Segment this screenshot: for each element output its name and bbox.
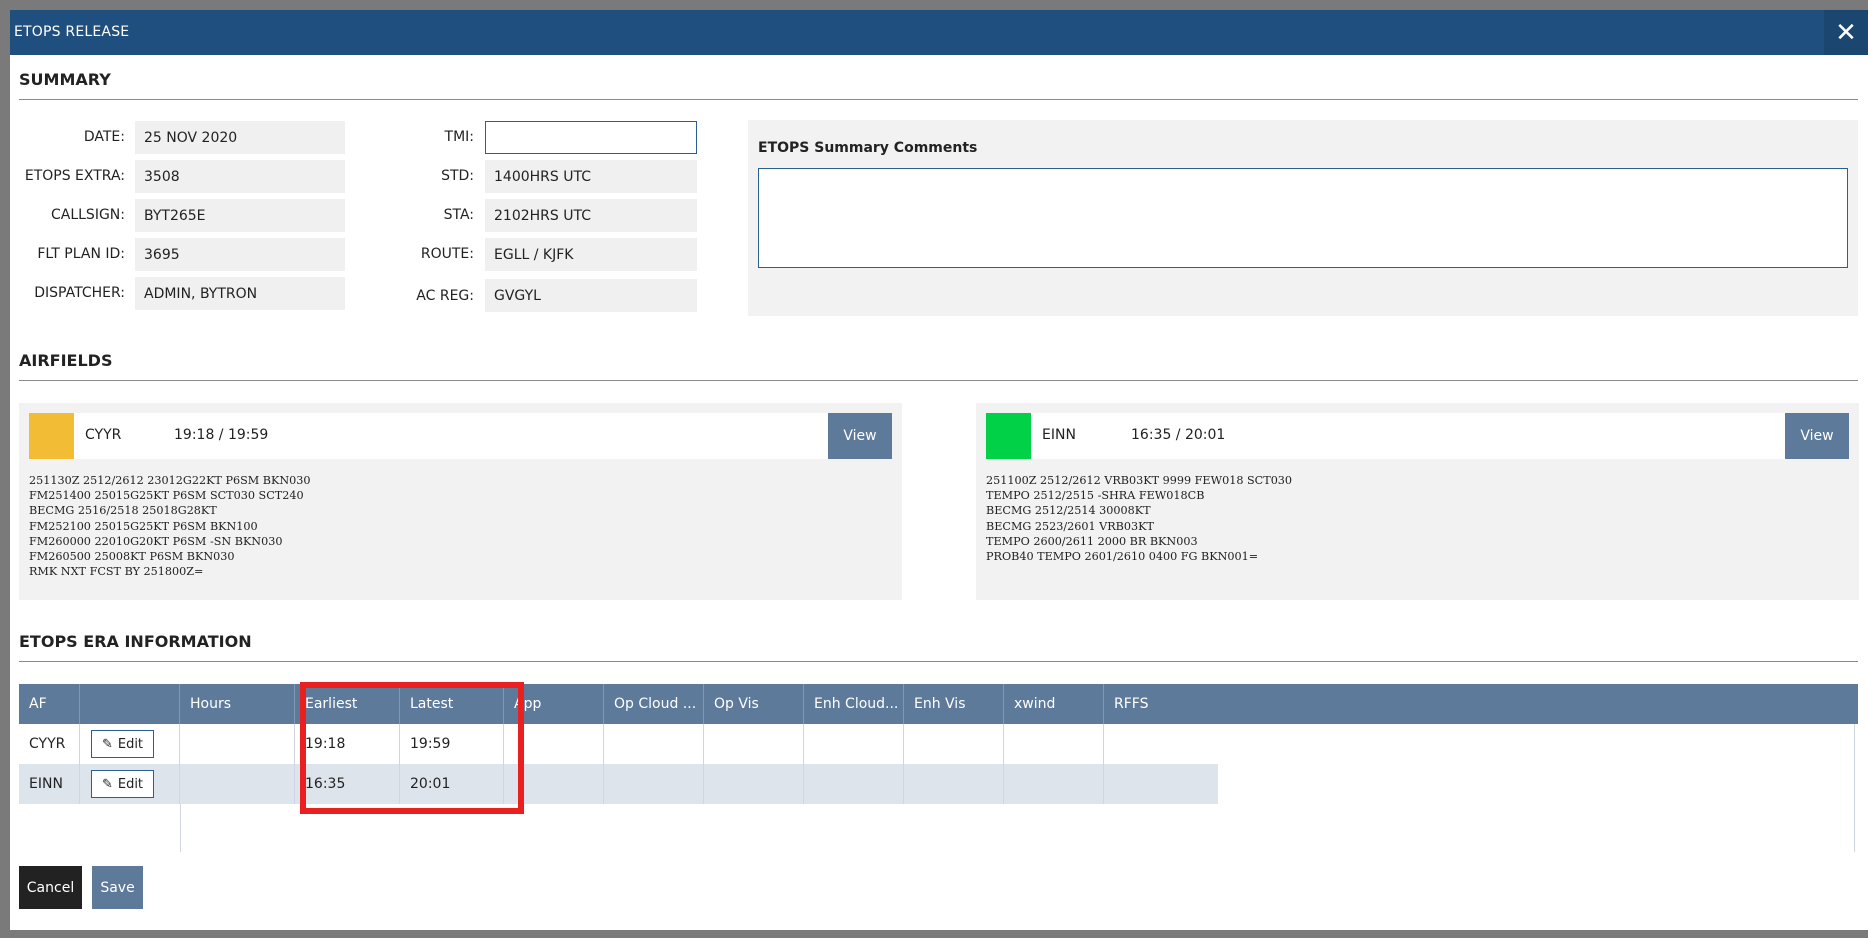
pencil-icon: ✎ [101, 736, 113, 752]
callsign-label: CALLSIGN: [50, 207, 125, 223]
std-value: 1400HRS UTC [485, 160, 697, 193]
cell-xwind [1004, 764, 1104, 804]
cell-app [504, 764, 604, 804]
sta-label: STA: [443, 207, 474, 223]
ac-reg-label: AC REG: [416, 288, 474, 304]
date-label: DATE: [83, 129, 125, 145]
table-row[interactable]: CYYR ✎ Edit 19:18 19:59 [19, 724, 1218, 764]
grid-column-divider [180, 804, 181, 852]
airfield-taf-text: 251130Z 2512/2612 23012G22KT P6SM BKN030… [29, 474, 311, 579]
edit-button-label: Edit [117, 776, 144, 792]
col-header-enh-vis[interactable]: Enh Vis [904, 684, 1004, 724]
cell-enh-vis [904, 764, 1004, 804]
airfield-times: 19:18 / 19:59 [174, 427, 269, 443]
col-header-enh-cloud[interactable]: Enh Cloud... [804, 684, 904, 724]
airfield-view-button[interactable]: View [1785, 413, 1849, 459]
cell-af: CYYR [19, 724, 80, 764]
etops-extra-value: 3508 [135, 160, 345, 193]
cell-enh-vis [904, 724, 1004, 764]
etops-summary-comments-input[interactable] [758, 168, 1848, 268]
era-divider [19, 661, 1858, 662]
dispatcher-label: DISPATCHER: [34, 285, 125, 301]
save-button[interactable]: Save [92, 866, 143, 909]
airfield-times: 16:35 / 20:01 [1131, 427, 1226, 443]
etops-extra-label: ETOPS EXTRA: [24, 168, 125, 184]
route-value: EGLL / KJFK [485, 238, 697, 271]
airfield-code: EINN [1042, 427, 1076, 443]
close-icon[interactable]: ✕ [1824, 10, 1868, 55]
ac-reg-value: GVGYL [485, 279, 697, 312]
edit-button[interactable]: ✎ Edit [91, 770, 154, 798]
col-header-rffs[interactable]: RFFS [1104, 684, 1858, 724]
airfields-section-title: AIRFIELDS [19, 351, 113, 370]
summary-section-title: SUMMARY [19, 70, 111, 89]
summary-divider [19, 99, 1858, 100]
col-header-op-cloud[interactable]: Op Cloud ... [604, 684, 704, 724]
flt-plan-id-label: FLT PLAN ID: [37, 246, 125, 262]
airfield-card-header: EINN 16:35 / 20:01 View [986, 413, 1849, 459]
cell-xwind [1004, 724, 1104, 764]
airfields-divider [19, 380, 1858, 381]
cancel-button[interactable]: Cancel [19, 866, 82, 909]
era-grid-header: AF Hours Earliest Latest App Op Cloud ..… [19, 684, 1858, 724]
airfield-status-swatch [986, 413, 1031, 459]
cell-op-vis [704, 724, 804, 764]
col-header-af[interactable]: AF [19, 684, 80, 724]
callsign-value: BYT265E [135, 199, 345, 232]
cell-op-cloud [604, 724, 704, 764]
airfield-taf-text: 251100Z 2512/2612 VRB03KT 9999 FEW018 SC… [986, 474, 1293, 564]
tmi-label: TMI: [444, 129, 474, 145]
tmi-input[interactable] [485, 121, 697, 154]
grid-scrollbar-edge [1854, 724, 1855, 852]
sta-value: 2102HRS UTC [485, 199, 697, 232]
std-label: STD: [441, 168, 474, 184]
cell-rffs [1104, 764, 1218, 804]
etops-release-dialog: ETOPS RELEASE ✕ SUMMARY DATE: 25 NOV 202… [10, 10, 1868, 930]
table-row[interactable]: EINN ✎ Edit 16:35 20:01 [19, 764, 1218, 804]
dialog-titlebar: ETOPS RELEASE ✕ [10, 10, 1868, 55]
airfield-view-button[interactable]: View [828, 413, 892, 459]
cell-actions: ✎ Edit [80, 764, 180, 804]
era-section-title: ETOPS ERA INFORMATION [19, 632, 252, 651]
cell-earliest: 19:18 [295, 724, 400, 764]
cell-af: EINN [19, 764, 80, 804]
col-header-latest[interactable]: Latest [400, 684, 504, 724]
col-header-op-vis[interactable]: Op Vis [704, 684, 804, 724]
edit-button-label: Edit [117, 736, 144, 752]
col-header-hours[interactable]: Hours [180, 684, 295, 724]
airfield-card-einn: EINN 16:35 / 20:01 View 251100Z 2512/261… [976, 403, 1859, 600]
cell-rffs [1104, 724, 1218, 764]
dispatcher-value: ADMIN, BYTRON [135, 277, 345, 310]
cell-app [504, 724, 604, 764]
route-label: ROUTE: [420, 246, 474, 262]
date-value: 25 NOV 2020 [135, 121, 345, 154]
cell-latest: 20:01 [400, 764, 504, 804]
etops-summary-comments-panel: ETOPS Summary Comments [748, 120, 1858, 316]
cell-hours [180, 724, 295, 764]
col-header-app[interactable]: App [504, 684, 604, 724]
cell-hours [180, 764, 295, 804]
airfield-code: CYYR [85, 427, 122, 443]
cell-op-cloud [604, 764, 704, 804]
etops-summary-comments-label: ETOPS Summary Comments [758, 140, 978, 156]
dialog-title: ETOPS RELEASE [14, 24, 130, 40]
edit-button[interactable]: ✎ Edit [91, 730, 154, 758]
cell-latest: 19:59 [400, 724, 504, 764]
era-grid: AF Hours Earliest Latest App Op Cloud ..… [19, 684, 1858, 852]
cell-actions: ✎ Edit [80, 724, 180, 764]
flt-plan-id-value: 3695 [135, 238, 345, 271]
cell-op-vis [704, 764, 804, 804]
pencil-icon: ✎ [101, 776, 113, 792]
airfield-card-header: CYYR 19:18 / 19:59 View [29, 413, 892, 459]
cell-enh-cloud [804, 764, 904, 804]
cell-earliest: 16:35 [295, 764, 400, 804]
airfield-status-swatch [29, 413, 74, 459]
col-header-earliest[interactable]: Earliest [295, 684, 400, 724]
cell-enh-cloud [804, 724, 904, 764]
col-header-xwind[interactable]: xwind [1004, 684, 1104, 724]
airfield-card-cyyr: CYYR 19:18 / 19:59 View 251130Z 2512/261… [19, 403, 902, 600]
col-header-actions [80, 684, 180, 724]
